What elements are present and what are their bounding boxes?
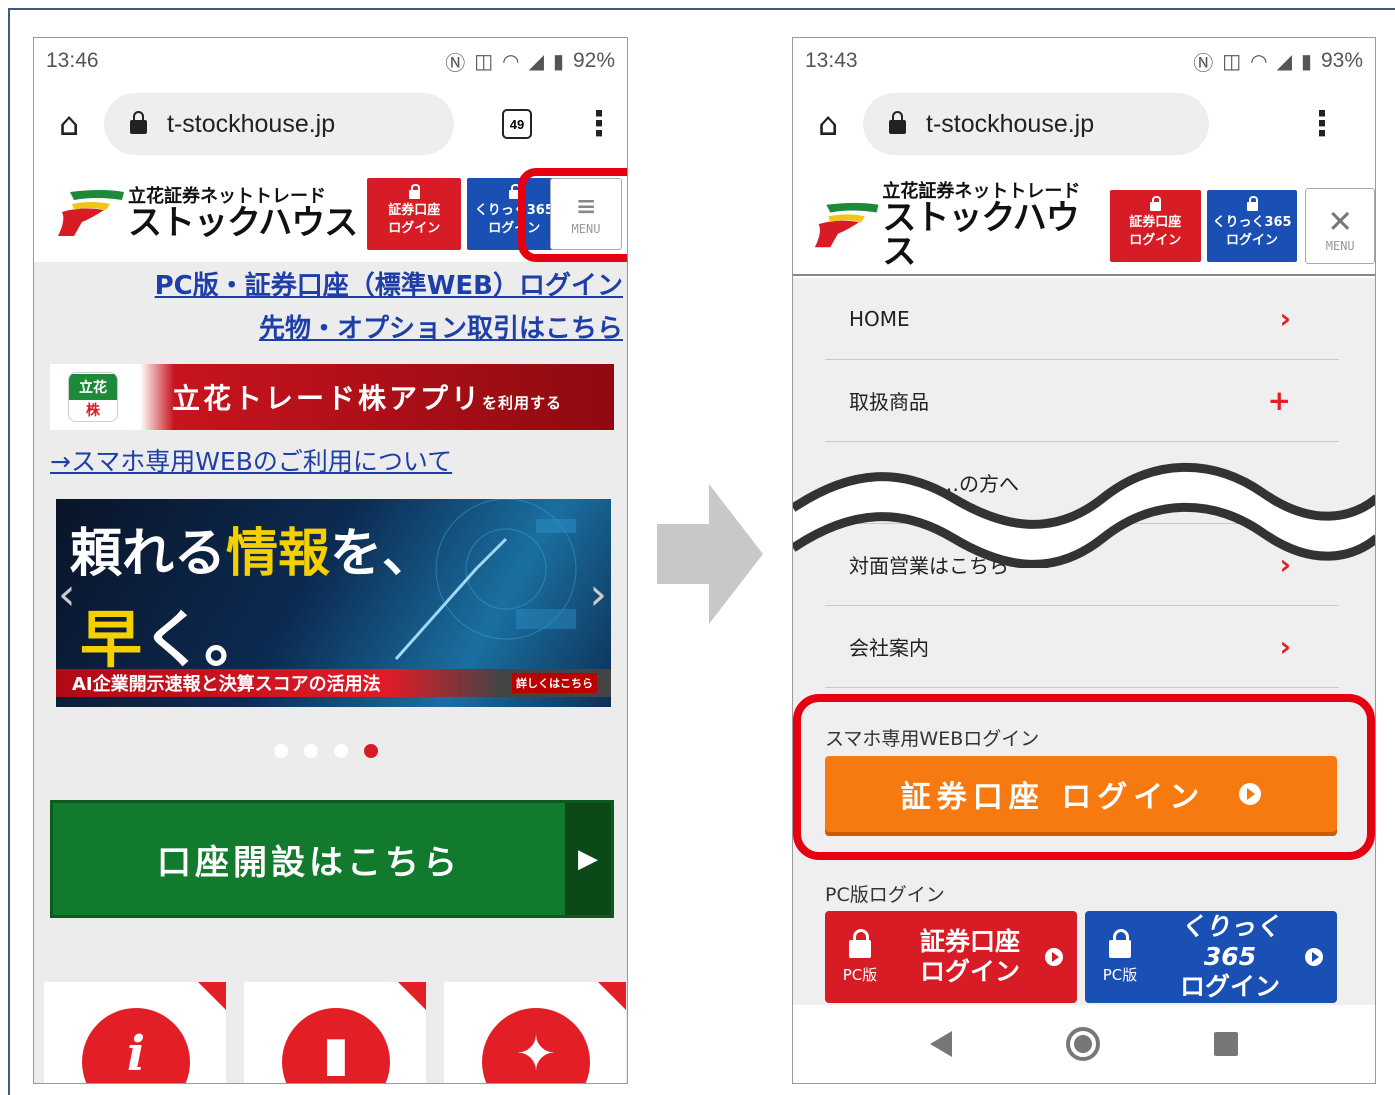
plus-icon: + xyxy=(1267,384,1291,417)
carousel-indicators xyxy=(274,744,378,758)
home-icon[interactable]: ⌂ xyxy=(34,105,104,143)
login-highlight-box xyxy=(793,694,1375,860)
mascot-card[interactable]: ✦ xyxy=(444,982,626,1083)
hero-carousel-slide[interactable]: 頼れる情報を、 早く。 ‹ › AI企業開示速報と決算スコアの活用法 詳しくはこ… xyxy=(56,499,611,707)
smartphone-web-info-link[interactable]: →スマホ専用WEBのご利用について xyxy=(50,447,452,476)
bar-chart-icon: ▮ xyxy=(282,1008,390,1083)
logo[interactable]: 立花証券ネットトレード ストックハウス xyxy=(52,184,358,244)
signal-icon: ◢ xyxy=(528,50,544,73)
menu-item-home[interactable]: HOME › xyxy=(825,278,1339,360)
lock-icon xyxy=(889,111,906,134)
lock-icon xyxy=(130,111,147,134)
lock-icon xyxy=(849,928,871,958)
carousel-dot[interactable] xyxy=(274,744,288,758)
carousel-prev-icon[interactable]: ‹ xyxy=(58,569,76,620)
pc-login-section-label: PC版ログイン xyxy=(825,884,945,906)
lock-icon xyxy=(408,184,420,200)
carousel-next-icon[interactable]: › xyxy=(589,569,607,620)
quick-links: PC版・証券口座（標準WEB）ログイン 先物・オプション取引はこちら xyxy=(155,266,623,352)
menu-item-products[interactable]: 取扱商品 + xyxy=(825,360,1339,442)
chart-card[interactable]: ▮ xyxy=(244,982,426,1083)
carousel-dot[interactable] xyxy=(334,744,348,758)
hero-headline-2: 早く。 xyxy=(80,603,267,676)
app-banner-text: 立花トレード株アプリを利用する xyxy=(172,382,563,415)
lock-icon xyxy=(1246,196,1258,212)
hero-caption: AI企業開示速報と決算スコアの活用法 詳しくはこちら xyxy=(56,669,611,697)
status-time: 13:43 xyxy=(805,49,858,72)
carousel-dot[interactable] xyxy=(304,744,318,758)
pc-securities-login-button[interactable]: PC版 証券口座 ログイン xyxy=(825,911,1077,1003)
open-account-button[interactable]: 口座開設はこちら ▶ xyxy=(50,800,614,918)
wifi-icon: ◠ xyxy=(502,50,520,73)
more-menu-icon[interactable]: ⋮ xyxy=(1305,107,1339,141)
nav-menu: HOME › 取扱商品 + …の方へ 対面営業はこちら › 会社案内 › スマホ… xyxy=(793,278,1375,1048)
logo-mark-icon xyxy=(58,190,124,236)
app-banner[interactable]: 立花 株 立花トレード株アプリを利用する xyxy=(50,364,614,430)
battery-level: 93% xyxy=(1320,49,1363,72)
chevron-right-icon: › xyxy=(1279,630,1291,663)
chevron-right-icon: › xyxy=(1279,302,1291,335)
status-time: 13:46 xyxy=(46,49,99,72)
url-text: t-stockhouse.jp xyxy=(167,109,336,138)
tab-switcher-button[interactable]: 49 xyxy=(502,109,532,139)
pc-login-link[interactable]: PC版・証券口座（標準WEB）ログイン xyxy=(155,271,623,301)
url-text: t-stockhouse.jp xyxy=(926,109,1095,138)
home-circle-icon[interactable] xyxy=(1066,1027,1100,1061)
logo-title: ストックハウス xyxy=(882,198,1079,272)
wavy-cut-graphic xyxy=(793,462,1375,568)
pc-click365-login-button[interactable]: PC版 くりっく365 ログイン xyxy=(1085,911,1337,1003)
vibrate-icon: ◫ xyxy=(1222,50,1242,73)
transition-arrow-icon xyxy=(657,484,763,624)
more-menu-icon[interactable]: ⋮ xyxy=(582,107,616,141)
menu-highlight-box xyxy=(518,168,627,262)
status-bar: 13:43 Ⓝ ◫ ◠ ◢ ▮ 93% xyxy=(793,38,1375,84)
home-icon[interactable]: ⌂ xyxy=(793,105,863,143)
back-icon[interactable] xyxy=(930,1031,952,1057)
close-menu-button[interactable]: ✕ MENU xyxy=(1305,188,1375,264)
status-bar: 13:46 Ⓝ ◫ ◠ ◢ ▮ 92% xyxy=(34,38,627,84)
phone-screen-left: 13:46 Ⓝ ◫ ◠ ◢ ▮ 92% ⌂ t-stockhouse.jp 49… xyxy=(33,37,628,1084)
nfc-icon: Ⓝ xyxy=(1193,52,1214,75)
battery-icon: ▮ xyxy=(1300,50,1312,73)
logo[interactable]: 立花証券ネットトレード ストックハウス xyxy=(809,183,1104,269)
click365-login-button[interactable]: くりっく365 ログイン xyxy=(1206,190,1298,262)
mascot-icon: ✦ xyxy=(482,1008,590,1083)
info-icon: i xyxy=(82,1008,190,1083)
address-bar[interactable]: t-stockhouse.jp xyxy=(863,93,1209,155)
icon-card-row: i ▮ ✦ xyxy=(44,982,626,1083)
chevron-right-icon: ▶ xyxy=(565,803,611,915)
play-circle-icon xyxy=(1305,948,1323,966)
lock-icon xyxy=(1149,196,1161,212)
securities-login-button[interactable]: 証券口座 ログイン xyxy=(367,178,462,250)
lock-icon xyxy=(1109,928,1131,958)
android-nav-bar xyxy=(793,1005,1375,1083)
carousel-dot-active[interactable] xyxy=(364,744,378,758)
info-card[interactable]: i xyxy=(44,982,226,1083)
menu-item-company[interactable]: 会社案内 › xyxy=(825,606,1339,688)
battery-level: 92% xyxy=(572,49,615,72)
battery-icon: ▮ xyxy=(552,50,564,73)
browser-toolbar: ⌂ t-stockhouse.jp ⋮ xyxy=(793,88,1375,160)
futures-options-link[interactable]: 先物・オプション取引はこちら xyxy=(259,314,623,344)
site-header: 立花証券ネットトレード ストックハウス 証券口座 ログイン くりっく365 ログ… xyxy=(793,178,1375,276)
play-circle-icon xyxy=(1045,948,1063,966)
logo-mark-icon xyxy=(814,202,879,248)
close-icon: ✕ xyxy=(1328,197,1352,241)
nfc-icon: Ⓝ xyxy=(445,52,466,75)
logo-title: ストックハウス xyxy=(128,203,358,243)
tachibana-app-icon: 立花 株 xyxy=(68,372,118,422)
wifi-icon: ◠ xyxy=(1250,50,1268,73)
address-bar[interactable]: t-stockhouse.jp xyxy=(104,93,454,155)
hero-more-badge: 詳しくはこちら xyxy=(512,673,597,693)
vibrate-icon: ◫ xyxy=(474,50,494,73)
securities-login-button[interactable]: 証券口座 ログイン xyxy=(1109,190,1201,262)
browser-toolbar: ⌂ t-stockhouse.jp 49 ⋮ xyxy=(34,88,627,160)
hero-headline-1: 頼れる情報を、 xyxy=(70,524,435,584)
signal-icon: ◢ xyxy=(1276,50,1292,73)
phone-screen-right: 13:43 Ⓝ ◫ ◠ ◢ ▮ 93% ⌂ t-stockhouse.jp ⋮ … xyxy=(792,37,1376,1084)
recent-apps-icon[interactable] xyxy=(1214,1032,1238,1056)
